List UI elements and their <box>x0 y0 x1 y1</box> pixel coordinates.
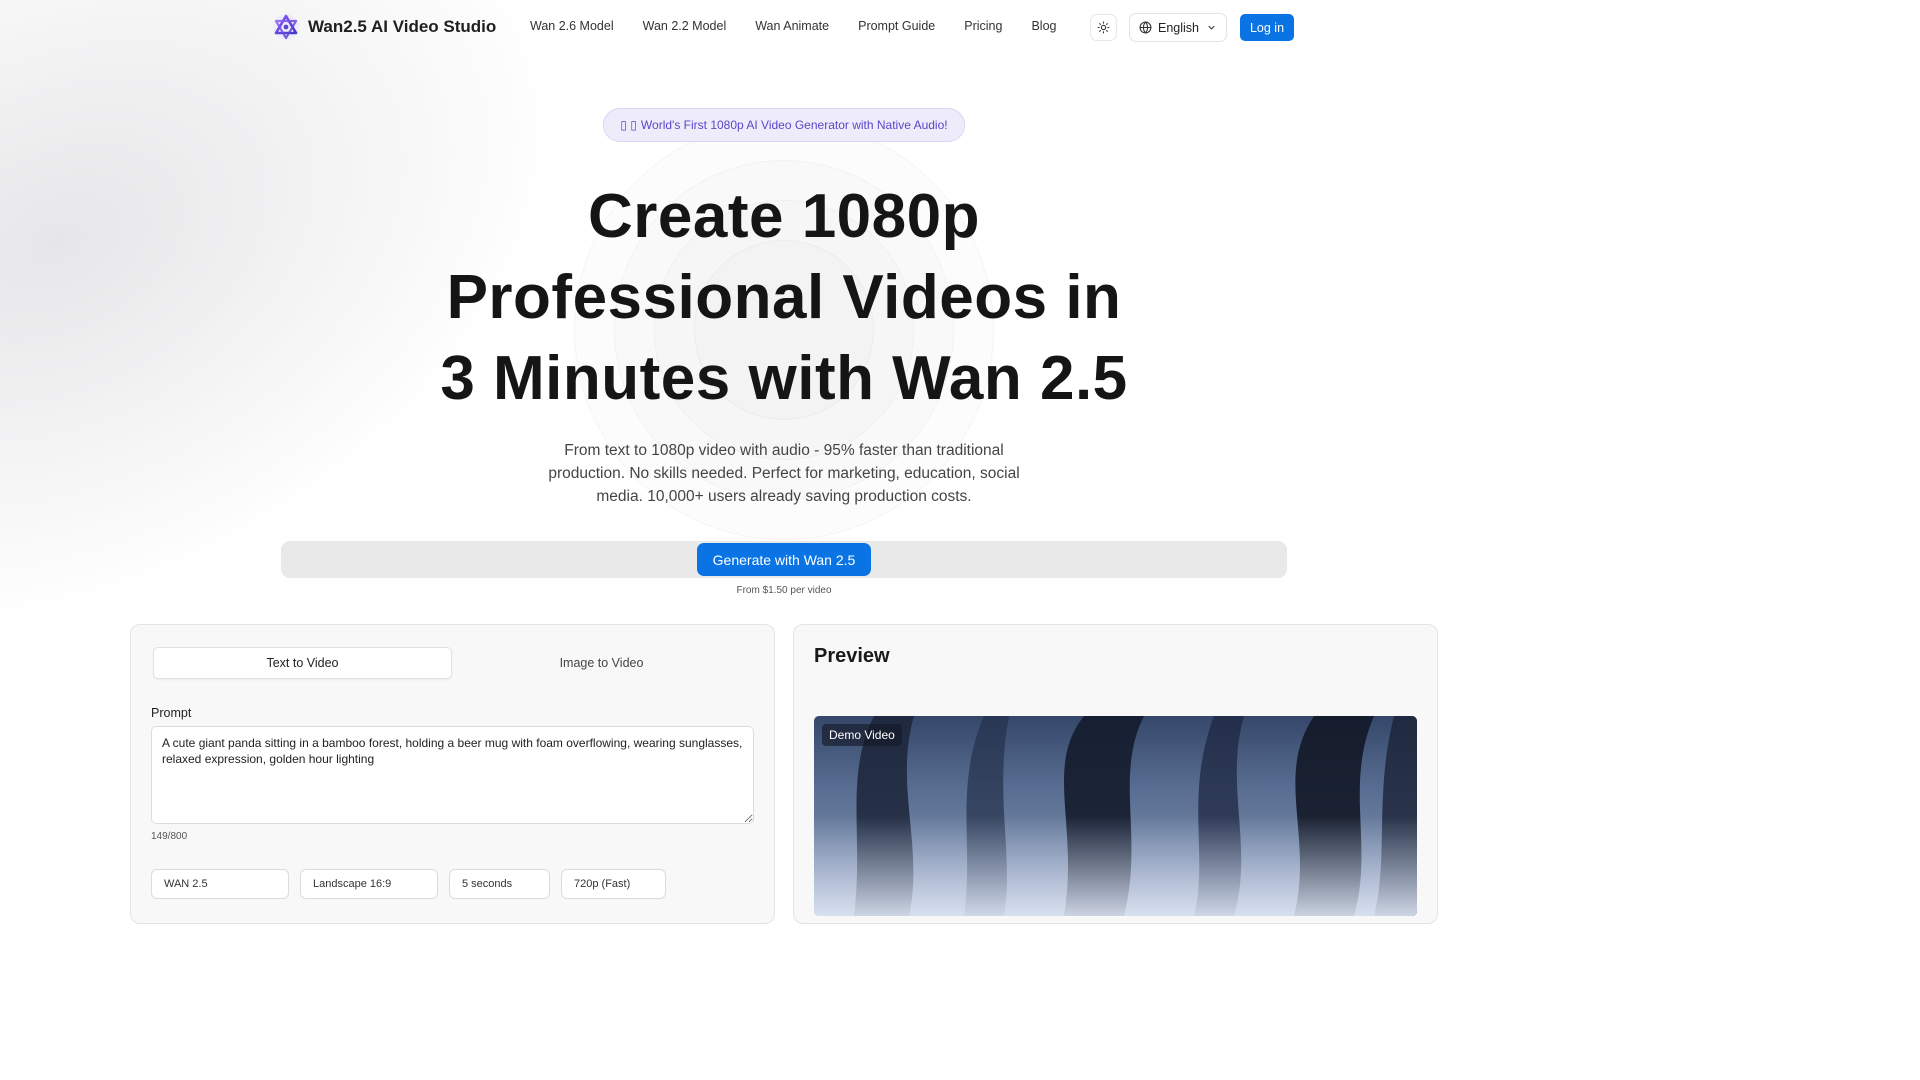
tab-image-to-video[interactable]: Image to Video <box>452 647 751 679</box>
model-select[interactable]: WAN 2.5 <box>151 869 289 899</box>
nav-link-wan-2-2-model[interactable]: Wan 2.2 Model <box>643 19 727 33</box>
tab-text-to-video[interactable]: Text to Video <box>153 647 452 679</box>
language-label: English <box>1158 20 1199 35</box>
headline-line-2: Professional Videos in <box>446 263 1122 332</box>
preview-title: Preview <box>814 645 890 667</box>
prompt-input[interactable]: A cute giant panda sitting in a bamboo f… <box>151 726 754 824</box>
announcement-badge[interactable]: ▯ ▯ World's First 1080p AI Video Generat… <box>603 108 965 142</box>
sun-icon <box>1097 21 1110 34</box>
generator-options: WAN 2.5 Landscape 16:9 5 seconds 720p (F… <box>151 869 666 899</box>
demo-video[interactable] <box>814 716 1417 916</box>
prompt-label: Prompt <box>151 706 192 720</box>
hero-headline: Create 1080p Professional Videos in 3 Mi… <box>0 176 1568 419</box>
brand-logo[interactable]: Wan2.5 AI Video Studio <box>272 13 496 41</box>
char-count: 149/800 <box>151 831 188 842</box>
hero-subheading: From text to 1080p video with audio - 95… <box>548 442 1020 505</box>
globe-icon <box>1139 21 1152 34</box>
theme-toggle-button[interactable] <box>1090 14 1117 41</box>
wan-logo-icon <box>273 14 299 40</box>
nav-link-pricing[interactable]: Pricing <box>964 19 1002 33</box>
headline-line-3: 3 Minutes with Wan 2.5 <box>440 344 1128 413</box>
forest-scene-image <box>814 716 1417 916</box>
brand-name: Wan2.5 AI Video Studio <box>308 17 497 36</box>
nav-link-blog[interactable]: Blog <box>1031 19 1056 33</box>
generator-tabs: Text to Video Image to Video <box>153 647 753 679</box>
badge-icons: ▯ ▯ <box>620 118 637 132</box>
duration-select[interactable]: 5 seconds <box>449 869 550 899</box>
nav-link-wan-2-6-model[interactable]: Wan 2.6 Model <box>530 19 614 33</box>
nav-link-prompt-guide[interactable]: Prompt Guide <box>858 19 935 33</box>
nav-links: Wan 2.6 Model Wan 2.2 Model Wan Animate … <box>530 19 1056 33</box>
aspect-ratio-select[interactable]: Landscape 16:9 <box>300 869 438 899</box>
generate-button[interactable]: Generate with Wan 2.5 <box>697 543 871 576</box>
price-note: From $1.50 per video <box>736 585 832 596</box>
headline-line-1: Create 1080p <box>587 182 981 251</box>
demo-video-tag: Demo Video <box>822 724 902 746</box>
nav-link-wan-animate[interactable]: Wan Animate <box>755 19 829 33</box>
resolution-select[interactable]: 720p (Fast) <box>561 869 666 899</box>
chevron-down-icon <box>1208 25 1215 30</box>
language-select[interactable]: English <box>1129 13 1227 42</box>
badge-text: World's First 1080p AI Video Generator w… <box>640 118 948 132</box>
top-nav: Wan2.5 AI Video Studio Wan 2.6 Model Wan… <box>0 0 1568 56</box>
login-button[interactable]: Log in <box>1240 14 1294 41</box>
